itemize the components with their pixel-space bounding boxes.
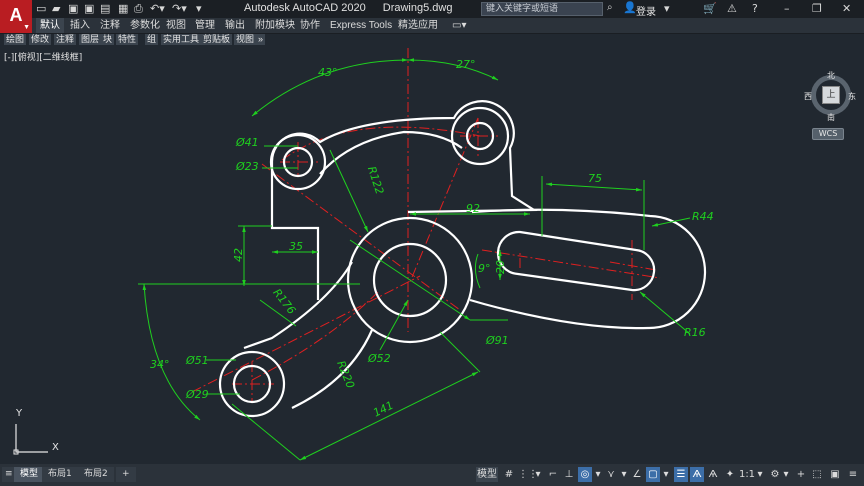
dim-dia-91: Ø91 [485,334,509,347]
object-snap-tracking-icon[interactable]: ∠ [630,467,644,482]
lineweight-icon[interactable]: ☰ [674,467,688,482]
dim-dia-23: Ø23 [235,160,259,173]
snap-menu-icon[interactable]: ▾ [534,467,542,482]
grid-icon[interactable]: # [502,467,516,482]
dim-len-42: 42 [232,248,245,262]
compass-west[interactable]: 西 [804,91,812,102]
compass-north[interactable]: 北 [827,70,835,81]
status-bar: ≡ 模型 布局1 布局2 + 模型 # ⋮⋮ ▾ ⌐ ⊥ ◎ ▾ ⋎ ▾ ∠ ▢… [0,464,864,486]
center-lines [191,48,661,402]
tab-model[interactable]: 模型 [14,467,45,482]
dimension-labels: 43° 27° Ø41 Ø23 R122 75 92 R44 42 35 9° … [150,58,714,420]
polar-menu-icon[interactable]: ▾ [594,467,602,482]
ucs-y-label: Y [16,408,23,419]
viewcube[interactable]: 上 北 南 西 东 [804,70,856,123]
dim-r-44: R44 [692,210,714,223]
ortho-icon[interactable]: ⊥ [562,467,576,482]
dim-angle-34: 34° [150,358,170,371]
annotation-monitor-icon[interactable]: + [794,467,808,482]
add-layout-icon[interactable]: + [116,467,136,482]
object-snap-menu-icon[interactable]: ▾ [662,467,670,482]
dim-angle-43: 43° [318,66,338,79]
isodraft-menu-icon[interactable]: ▾ [620,467,628,482]
dim-len-75: 75 [588,172,602,185]
scale-menu-icon[interactable]: ▾ [756,467,764,482]
dim-r-176: R176 [270,286,298,317]
object-snap-icon[interactable]: ▢ [646,467,660,482]
dim-angle-9: 9° [478,262,491,275]
ucs-x-label: X [52,442,59,453]
snap-icon[interactable]: ⋮⋮ [518,467,538,482]
fullscreen-icon[interactable]: ▣ [828,467,842,482]
auto-scale-icon[interactable]: Ѧ [706,467,720,482]
model-space-button[interactable]: 模型 [476,467,498,482]
dim-len-20: 20 [494,260,507,274]
dim-dia-29: Ø29 [185,388,209,401]
customize-status-icon[interactable]: ≡ [846,467,860,482]
dim-dia-52: Ø52 [367,352,391,365]
viewcube-top-face[interactable]: 上 [822,86,840,104]
dim-len-92: 92 [466,202,480,215]
dim-len-35: 35 [289,240,303,253]
workspace-gear-icon[interactable]: ⚙ [768,467,782,482]
infer-icon[interactable]: ⌐ [546,467,560,482]
dim-r-16: R16 [684,326,706,339]
dim-len-141: 141 [371,399,396,420]
tab-layout1[interactable]: 布局1 [42,467,78,482]
dim-dia-41: Ø41 [235,136,259,149]
compass-south[interactable]: 南 [827,112,835,123]
annotation-scale-icon[interactable]: ✦ [724,467,736,482]
dim-angle-27: 27° [456,58,476,71]
dim-r-220: R220 [334,359,357,390]
annotation-visibility-icon[interactable]: Ѧ [690,467,704,482]
polar-icon[interactable]: ◎ [578,467,592,482]
cad-drawing: 43° 27° Ø41 Ø23 R122 75 92 R44 42 35 9° … [138,48,714,461]
annotation-scale-value[interactable]: 1:1 [738,467,756,482]
tab-layout2[interactable]: 布局2 [78,467,114,482]
workspace-menu-icon[interactable]: ▾ [782,467,790,482]
wcs-menu-button[interactable]: WCS [812,128,844,140]
compass-east[interactable]: 东 [848,91,856,102]
isolate-objects-icon[interactable]: ⬚ [810,467,824,482]
ucs-icon: Y X [12,408,62,458]
dim-dia-51: Ø51 [185,354,209,367]
dim-r-122: R122 [365,165,386,196]
isodraft-icon[interactable]: ⋎ [604,467,618,482]
